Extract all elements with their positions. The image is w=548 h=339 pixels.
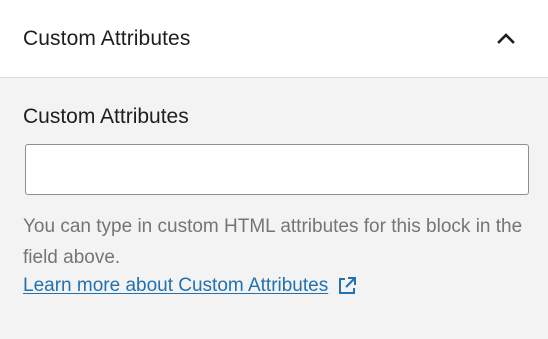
help-link-row: Learn more about Custom Attributes [23,270,529,301]
panel-body: Custom Attributes You can type in custom… [0,78,548,301]
panel-header[interactable]: Custom Attributes [0,0,548,78]
field-label: Custom Attributes [23,105,189,128]
panel-title: Custom Attributes [23,26,191,50]
custom-attributes-panel: Custom Attributes Custom Attributes You … [0,0,548,339]
external-link-icon[interactable] [336,275,358,297]
custom-attributes-input[interactable] [25,144,529,195]
chevron-up-icon [497,32,515,44]
learn-more-link[interactable]: Learn more about Custom Attributes [23,270,328,301]
collapse-toggle-button[interactable] [494,27,518,51]
help-text: You can type in custom HTML attributes f… [23,216,523,268]
